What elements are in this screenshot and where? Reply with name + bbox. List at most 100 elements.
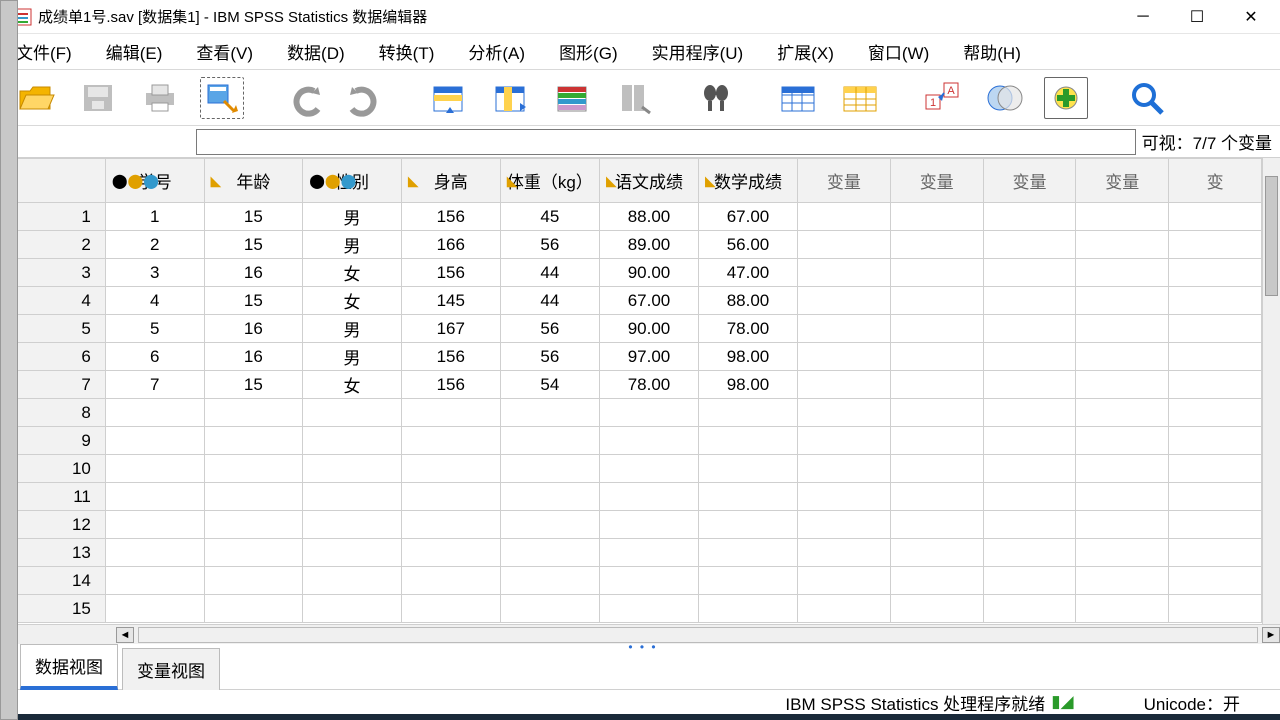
empty-cell[interactable]	[204, 539, 303, 567]
weight-cases-icon[interactable]	[838, 77, 882, 119]
goto-variable-icon[interactable]	[488, 77, 532, 119]
empty-cell[interactable]	[1169, 343, 1262, 371]
empty-cell[interactable]	[599, 539, 698, 567]
empty-column-header[interactable]: 变	[1169, 159, 1262, 203]
row-header[interactable]: 2	[7, 231, 106, 259]
data-cell[interactable]: 16	[204, 259, 303, 287]
empty-cell[interactable]	[798, 259, 891, 287]
data-cell[interactable]: 男	[303, 203, 402, 231]
empty-cell[interactable]	[204, 511, 303, 539]
empty-column-header[interactable]: 变量	[798, 159, 891, 203]
empty-cell[interactable]	[105, 595, 204, 623]
empty-cell[interactable]	[1169, 511, 1262, 539]
empty-cell[interactable]	[983, 567, 1076, 595]
empty-cell[interactable]	[1169, 315, 1262, 343]
run-descriptives-icon[interactable]	[612, 77, 656, 119]
empty-cell[interactable]	[105, 511, 204, 539]
save-icon[interactable]	[76, 77, 120, 119]
empty-cell[interactable]	[1076, 483, 1169, 511]
data-cell[interactable]: 90.00	[599, 259, 698, 287]
data-cell[interactable]: 56.00	[698, 231, 797, 259]
empty-cell[interactable]	[983, 231, 1076, 259]
empty-cell[interactable]	[204, 483, 303, 511]
data-cell[interactable]: 4	[105, 287, 204, 315]
empty-cell[interactable]	[1169, 231, 1262, 259]
data-cell[interactable]: 男	[303, 343, 402, 371]
menu-file[interactable]: 文件(F)	[12, 35, 76, 68]
data-cell[interactable]: 15	[204, 203, 303, 231]
data-cell[interactable]: 156	[401, 203, 500, 231]
recall-dialog-icon[interactable]	[200, 77, 244, 119]
data-cell[interactable]: 女	[303, 371, 402, 399]
row-header[interactable]: 7	[7, 371, 106, 399]
empty-cell[interactable]	[1076, 343, 1169, 371]
scrollbar-thumb[interactable]	[1265, 176, 1278, 296]
empty-cell[interactable]	[1076, 427, 1169, 455]
empty-cell[interactable]	[204, 595, 303, 623]
empty-cell[interactable]	[1076, 595, 1169, 623]
row-header[interactable]: 6	[7, 343, 106, 371]
data-cell[interactable]: 5	[105, 315, 204, 343]
empty-cell[interactable]	[983, 203, 1076, 231]
data-cell[interactable]: 7	[105, 371, 204, 399]
cell-editor-input[interactable]	[196, 129, 1136, 155]
empty-cell[interactable]	[698, 567, 797, 595]
data-cell[interactable]: 男	[303, 315, 402, 343]
data-cell[interactable]: 90.00	[599, 315, 698, 343]
empty-cell[interactable]	[401, 427, 500, 455]
empty-cell[interactable]	[1169, 567, 1262, 595]
empty-cell[interactable]	[303, 455, 402, 483]
empty-cell[interactable]	[1076, 511, 1169, 539]
data-cell[interactable]: 女	[303, 259, 402, 287]
empty-cell[interactable]	[798, 203, 891, 231]
empty-cell[interactable]	[1169, 259, 1262, 287]
empty-cell[interactable]	[303, 427, 402, 455]
empty-cell[interactable]	[401, 595, 500, 623]
empty-column-header[interactable]: 变量	[890, 159, 983, 203]
menu-extensions[interactable]: 扩展(X)	[773, 35, 838, 68]
data-cell[interactable]: 156	[401, 259, 500, 287]
empty-cell[interactable]	[105, 399, 204, 427]
data-cell[interactable]: 44	[500, 287, 599, 315]
empty-cell[interactable]	[1169, 287, 1262, 315]
empty-cell[interactable]	[105, 427, 204, 455]
empty-cell[interactable]	[599, 483, 698, 511]
empty-cell[interactable]	[1169, 399, 1262, 427]
empty-cell[interactable]	[983, 455, 1076, 483]
empty-cell[interactable]	[401, 511, 500, 539]
empty-cell[interactable]	[599, 511, 698, 539]
empty-cell[interactable]	[983, 511, 1076, 539]
empty-cell[interactable]	[983, 399, 1076, 427]
empty-cell[interactable]	[1169, 427, 1262, 455]
empty-cell[interactable]	[1169, 203, 1262, 231]
empty-cell[interactable]	[105, 567, 204, 595]
undo-icon[interactable]	[282, 77, 326, 119]
empty-cell[interactable]	[1076, 455, 1169, 483]
close-button[interactable]: ✕	[1236, 2, 1266, 32]
empty-cell[interactable]	[303, 595, 402, 623]
empty-cell[interactable]	[983, 595, 1076, 623]
empty-cell[interactable]	[500, 539, 599, 567]
empty-cell[interactable]	[1076, 231, 1169, 259]
data-cell[interactable]: 6	[105, 343, 204, 371]
empty-cell[interactable]	[890, 259, 983, 287]
column-header[interactable]: ◣年龄	[204, 159, 303, 203]
data-cell[interactable]: 78.00	[698, 315, 797, 343]
empty-cell[interactable]	[1076, 539, 1169, 567]
empty-cell[interactable]	[890, 231, 983, 259]
data-cell[interactable]: 16	[204, 343, 303, 371]
menu-utilities[interactable]: 实用程序(U)	[648, 35, 748, 68]
empty-cell[interactable]	[1076, 315, 1169, 343]
empty-cell[interactable]	[798, 231, 891, 259]
empty-cell[interactable]	[890, 483, 983, 511]
empty-cell[interactable]	[890, 315, 983, 343]
empty-cell[interactable]	[890, 455, 983, 483]
data-cell[interactable]: 56	[500, 315, 599, 343]
empty-cell[interactable]	[798, 427, 891, 455]
empty-cell[interactable]	[698, 427, 797, 455]
empty-cell[interactable]	[1076, 399, 1169, 427]
data-cell[interactable]: 45	[500, 203, 599, 231]
data-cell[interactable]: 98.00	[698, 343, 797, 371]
data-cell[interactable]: 67.00	[698, 203, 797, 231]
empty-cell[interactable]	[303, 399, 402, 427]
